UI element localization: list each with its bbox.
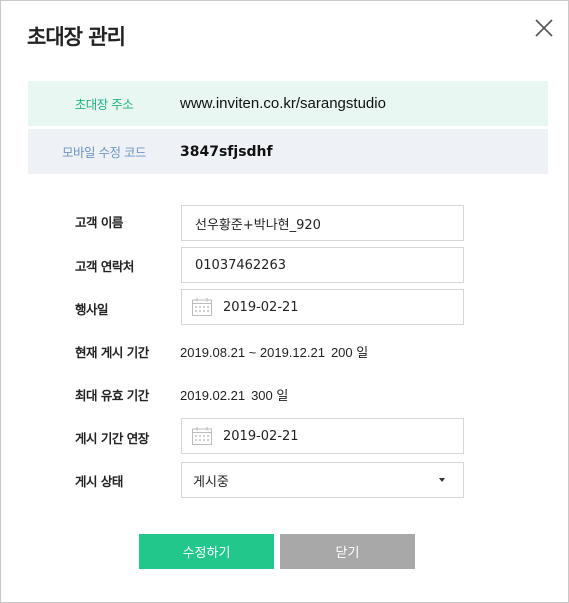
save-button[interactable]: 수정하기 <box>139 534 274 569</box>
status-label: 게시 상태 <box>75 474 123 489</box>
dialog-title: 초대장 관리 <box>27 25 126 49</box>
customer-contact-value: 01037462263 <box>195 257 286 273</box>
max-valid: 2019.02.21 300 일 <box>180 385 288 404</box>
max-valid-label: 최대 유효 기간 <box>75 388 149 403</box>
status-value: 게시중 <box>193 474 229 490</box>
close-icon[interactable] <box>532 16 556 40</box>
max-valid-value: 2019.02.21 <box>180 388 246 403</box>
mobile-code-value: 3847sfjsdhf <box>180 143 273 160</box>
extend-period-field[interactable]: 2019-02-21 <box>181 418 464 454</box>
event-date-field[interactable]: 2019-02-21 <box>181 289 464 325</box>
customer-contact-field[interactable]: 01037462263 <box>181 247 464 283</box>
mobile-code-row: 모바일 수정 코드 3847sfjsdhf <box>28 129 548 174</box>
calendar-icon[interactable] <box>191 426 213 446</box>
invite-address-label: 초대장 주소 <box>74 97 134 112</box>
max-valid-days: 300 일 <box>251 388 289 403</box>
close-button[interactable]: 닫기 <box>280 534 415 569</box>
extend-period-value: 2019-02-21 <box>223 428 299 444</box>
customer-name-field[interactable]: 선우황준+박나현_920 <box>181 205 464 241</box>
extend-period-label: 게시 기간 연장 <box>75 431 149 446</box>
customer-name-label: 고객 이름 <box>75 215 123 230</box>
event-date-value: 2019-02-21 <box>223 299 299 315</box>
invite-address-row: 초대장 주소 www.inviten.co.kr/sarangstudio <box>28 81 548 126</box>
invite-address-value: www.inviten.co.kr/sarangstudio <box>180 95 386 112</box>
current-period-value: 2019.08.21 ~ 2019.12.21 <box>180 345 325 360</box>
mobile-code-label: 모바일 수정 코드 <box>62 145 146 160</box>
event-date-label: 행사일 <box>75 302 109 317</box>
manage-invitation-dialog: 초대장 관리 초대장 주소 www.inviten.co.kr/sarangst… <box>0 0 569 603</box>
calendar-icon[interactable] <box>191 297 213 317</box>
current-period: 2019.08.21 ~ 2019.12.21 200 일 <box>180 342 368 361</box>
caret-down-icon <box>439 478 445 482</box>
customer-contact-label: 고객 연락처 <box>75 259 134 274</box>
status-select[interactable]: 게시중 <box>181 462 464 498</box>
customer-name-value: 선우황준+박나현_920 <box>195 217 321 233</box>
current-period-label: 현재 게시 기간 <box>75 345 149 360</box>
current-period-days: 200 일 <box>330 345 369 360</box>
